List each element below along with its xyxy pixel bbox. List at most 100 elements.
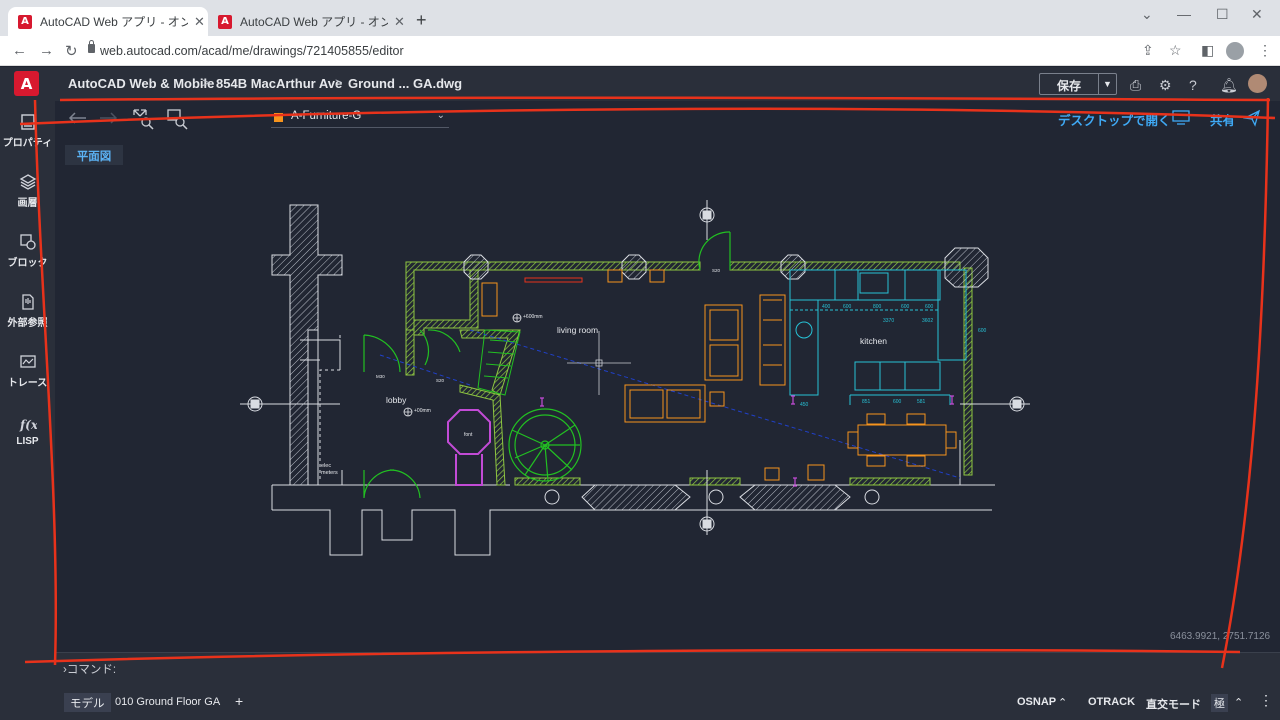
kitchen-dim: 600	[901, 304, 910, 310]
save-button[interactable]: 保存 ▼	[1039, 73, 1117, 95]
profile-avatar[interactable]	[1226, 42, 1244, 60]
sidebar-item-label: ブロック	[7, 258, 48, 269]
sidebar-item-lisp[interactable]: f(x) LISP	[0, 415, 55, 447]
gear-icon[interactable]: ⚙	[1159, 77, 1172, 94]
zoom-window-icon[interactable]	[165, 107, 189, 131]
side-panel-icon[interactable]: ◧	[1201, 42, 1214, 59]
redo-icon[interactable]	[97, 109, 119, 127]
back-icon[interactable]: ←	[12, 42, 27, 59]
tab-search-icon[interactable]: ⌄	[1141, 6, 1153, 23]
layer-dropdown[interactable]: A-Furniture-G ⌄	[271, 108, 449, 128]
kitchen-dim: 450	[800, 402, 809, 408]
autocad-favicon-icon: A	[18, 14, 32, 29]
close-tab-icon[interactable]: ✕	[394, 14, 405, 30]
cursor-crosshair	[567, 331, 631, 395]
sidebar-item-label: LISP	[16, 436, 39, 447]
label-level-2: +00mm	[414, 408, 431, 414]
status-bar: モデル 010 Ground Floor GA + OSNAP ⌃ OTRACK…	[55, 684, 1280, 720]
url-field[interactable]: web.autocad.com/acad/me/drawings/7214058…	[100, 44, 404, 58]
more-options-icon[interactable]: ⋮	[1259, 692, 1273, 709]
kitchen-dim: 600	[843, 304, 852, 310]
share-page-icon[interactable]: ⇪	[1142, 42, 1154, 59]
close-window-icon[interactable]: ✕	[1251, 6, 1263, 23]
autocad-logo-icon[interactable]: A	[14, 71, 39, 96]
command-prompt: ›コマンド:	[63, 664, 117, 676]
sidebar-item-xref[interactable]: 外部参照	[0, 293, 55, 329]
breadcrumb-file[interactable]: Ground ... GA.dwg	[348, 76, 462, 91]
kitchen-dim: 600	[978, 328, 987, 334]
forward-icon[interactable]: →	[39, 42, 54, 59]
kitchen-dim: 400	[822, 304, 831, 310]
label-elec: elec	[321, 463, 331, 469]
sidebar-item-properties[interactable]: プロパティ	[0, 113, 55, 149]
bookmark-star-icon[interactable]: ☆	[1169, 42, 1182, 59]
lisp-icon: f(x)	[19, 418, 37, 432]
kitchen-dim: 600	[925, 304, 934, 310]
living-furniture	[481, 269, 825, 481]
label-meters: meters	[321, 470, 338, 476]
browser-tab-1[interactable]: A AutoCAD Web アプリ - オンライン C ✕	[8, 7, 208, 36]
svg-text:f(x): f(x)	[19, 418, 37, 432]
app-header: A AutoCAD Web & Mobile > 854B MacArthur …	[0, 67, 1280, 101]
kitchen-dim: 851	[862, 399, 871, 405]
add-layout-button[interactable]: +	[235, 693, 243, 709]
tab-title: AutoCAD Web アプリ - オンライン C	[240, 15, 388, 29]
tab-layout[interactable]: 010 Ground Floor GA	[115, 696, 220, 708]
minimize-icon[interactable]: —	[1177, 6, 1191, 22]
kitchen-dim: 800	[873, 304, 882, 310]
close-tab-icon[interactable]: ✕	[194, 14, 205, 30]
sidebar-item-blocks[interactable]: ブロック	[0, 233, 55, 269]
share-button[interactable]: 共有	[1210, 110, 1235, 129]
lock-icon	[88, 40, 95, 53]
floor-plan-drawing: living room kitchen lobby elec meters fo…	[240, 200, 1030, 556]
sidebar-item-label: 外部参照	[7, 318, 48, 329]
breadcrumb-folder[interactable]: 854B MacArthur Ave	[216, 76, 342, 91]
maximize-icon[interactable]: ☐	[1216, 6, 1229, 23]
layer-color-swatch	[274, 113, 283, 122]
label-living-room: living room	[557, 325, 598, 335]
save-label: 保存	[1056, 79, 1081, 93]
reload-icon[interactable]: ↻	[65, 42, 78, 60]
tab-model[interactable]: モデル	[64, 693, 111, 712]
left-sidebar: プロパティ 画層 ブロック 外部参照 トレース f(x) LISP	[0, 101, 55, 720]
trace-icon	[19, 355, 36, 368]
osnap-toggle[interactable]: OSNAP	[1017, 696, 1056, 708]
label-level-1: +600mm	[523, 314, 543, 320]
label-door-tag: S20	[436, 378, 445, 383]
chevron-down-icon[interactable]: ▼	[1098, 74, 1116, 94]
breadcrumb-separator: >	[202, 75, 210, 90]
new-tab-button[interactable]: +	[416, 10, 427, 31]
sidebar-item-layers[interactable]: 画層	[0, 173, 55, 209]
otrack-toggle[interactable]: OTRACK	[1088, 696, 1135, 708]
block-icon	[19, 234, 36, 250]
doors	[363, 231, 731, 499]
help-icon[interactable]: ?	[1189, 77, 1197, 93]
command-line[interactable]: ›コマンド:	[55, 652, 1280, 684]
user-avatar[interactable]	[1248, 74, 1267, 93]
print-icon[interactable]: ⎙	[1130, 77, 1141, 94]
browser-menu-icon[interactable]: ⋮	[1258, 42, 1272, 59]
fountain	[447, 409, 491, 486]
notification-bell-icon[interactable]: 🔔︎	[1220, 77, 1238, 94]
chevron-up-icon[interactable]: ⌃	[1058, 696, 1067, 709]
chevron-down-icon: ⌄	[436, 110, 445, 121]
monitor-icon[interactable]	[1171, 109, 1191, 125]
open-in-desktop-button[interactable]: デスクトップで開く	[1058, 110, 1171, 129]
ortho-toggle[interactable]: 直交モード	[1146, 696, 1201, 712]
undo-icon[interactable]	[67, 109, 89, 127]
breadcrumb-app[interactable]: AutoCAD Web & Mobile	[68, 76, 214, 91]
bay-windows	[544, 484, 880, 511]
breadcrumb-separator: >	[335, 75, 343, 90]
main-walls	[405, 261, 973, 486]
polar-toggle[interactable]: 極	[1211, 694, 1228, 712]
zoom-extents-icon[interactable]	[131, 107, 155, 131]
browser-tab-2[interactable]: A AutoCAD Web アプリ - オンライン C ✕	[208, 7, 408, 36]
xref-icon	[21, 294, 34, 310]
sidebar-item-trace[interactable]: トレース	[0, 353, 55, 389]
send-icon[interactable]	[1243, 109, 1261, 127]
chevron-up-icon[interactable]: ⌃	[1234, 696, 1243, 709]
sidebar-item-label: トレース	[7, 378, 48, 389]
label-door-tag: M30	[376, 374, 385, 379]
label-lobby: lobby	[386, 395, 407, 405]
layers-icon	[19, 174, 36, 190]
